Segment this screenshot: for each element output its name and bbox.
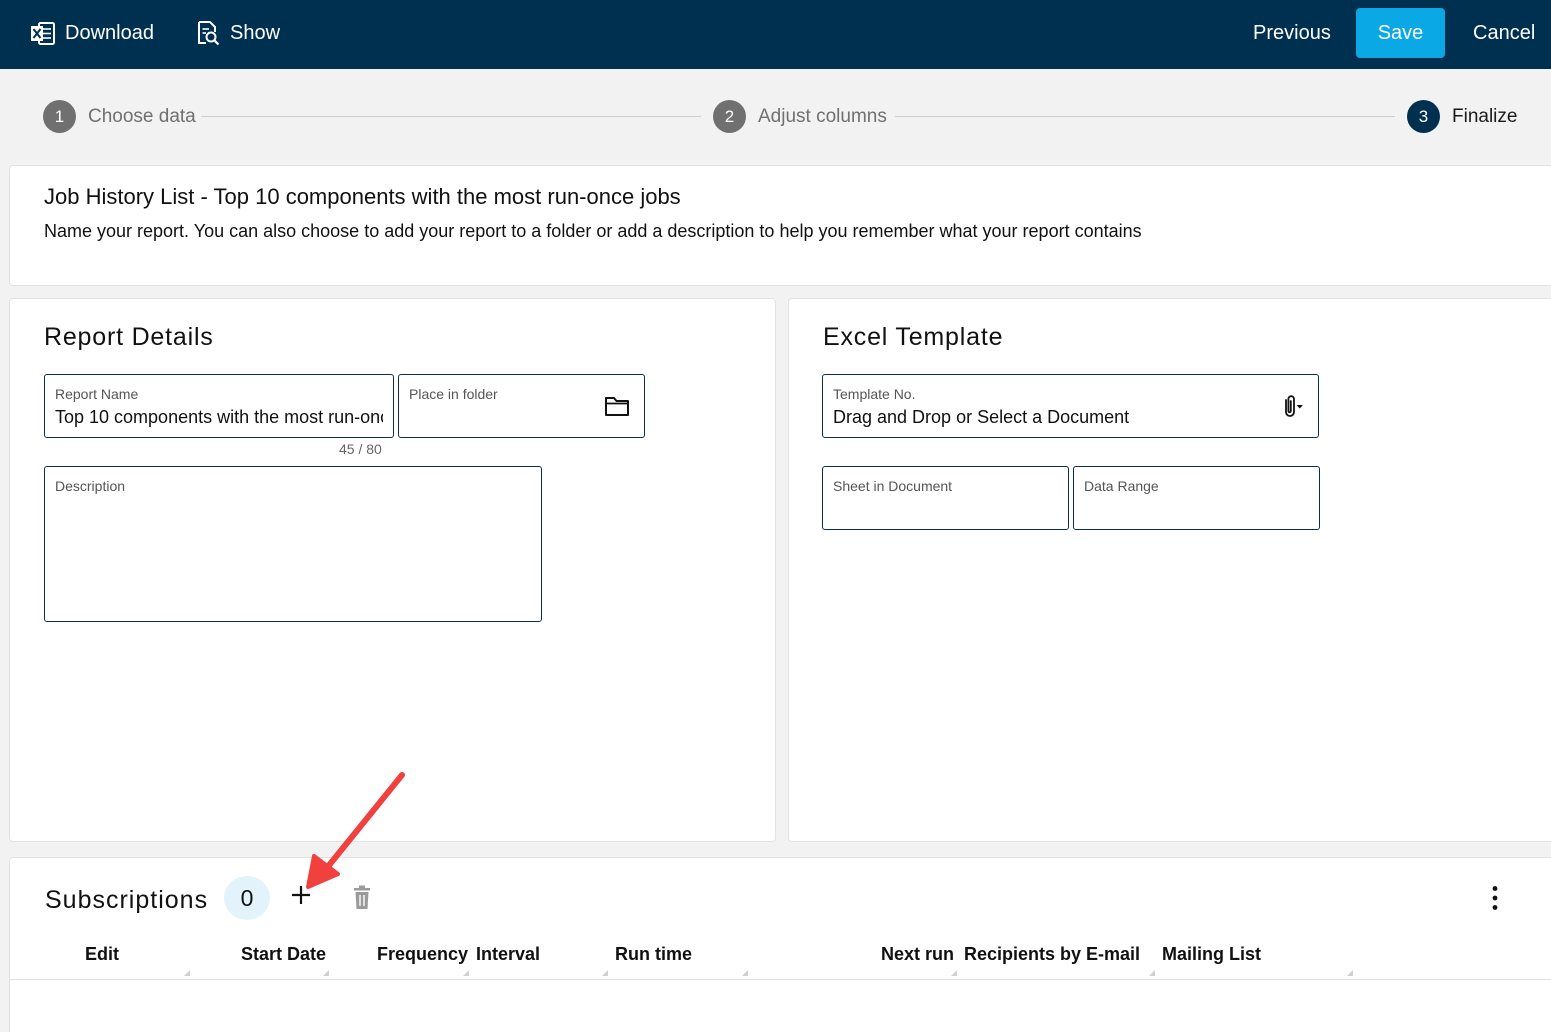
template-input[interactable]: Drag and Drop or Select a Document [833, 407, 1129, 428]
column-resize-handle[interactable] [463, 970, 469, 976]
intro-card: Job History List - Top 10 components wit… [9, 165, 1551, 286]
sheet-field[interactable]: Sheet in Document [822, 466, 1069, 530]
column-resize-handle[interactable] [1347, 970, 1353, 976]
top-toolbar: Download Show Previous Save Cancel [0, 0, 1551, 69]
report-name-label: Report Name [55, 386, 139, 402]
save-button[interactable]: Save [1356, 8, 1445, 58]
sheet-label: Sheet in Document [833, 478, 953, 494]
excel-icon [31, 21, 55, 45]
page-description: Name your report. You can also choose to… [44, 221, 1142, 241]
step-label: Adjust columns [758, 105, 887, 127]
step-number: 3 [1407, 100, 1440, 133]
column-resize-handle[interactable] [951, 970, 957, 976]
previous-label: Previous [1253, 21, 1331, 44]
more-options-icon[interactable] [1485, 885, 1505, 911]
excel-template-card: Excel Template Template No. Drag and Dro… [788, 298, 1551, 842]
stepper-connector [201, 116, 701, 117]
step-finalize[interactable]: 3 Finalize [1407, 100, 1517, 133]
column-header-recipients[interactable]: Recipients by E-mail [964, 944, 1140, 965]
step-number: 2 [713, 100, 746, 133]
character-counter: 45 / 80 [339, 441, 382, 457]
subscriptions-card: Subscriptions 0 Edit Start Date Frequenc… [9, 857, 1551, 1032]
download-button[interactable]: Download [30, 0, 154, 66]
column-header-mailing-list[interactable]: Mailing List [1162, 944, 1261, 965]
excel-template-title: Excel Template [823, 323, 1004, 351]
template-label: Template No. [833, 386, 916, 402]
folder-field[interactable]: Place in folder [398, 374, 645, 438]
report-name-field[interactable]: Report Name Top 10 components with the m… [44, 374, 394, 438]
column-header-edit[interactable]: Edit [85, 944, 119, 965]
subscriptions-count-badge: 0 [224, 876, 270, 920]
data-range-label: Data Range [1084, 478, 1159, 494]
add-icon[interactable] [288, 882, 314, 908]
page-title: Job History List - Top 10 components wit… [44, 184, 681, 209]
column-header-frequency[interactable]: Frequency [377, 944, 468, 965]
preview-document-icon [198, 21, 220, 46]
show-button[interactable]: Show [196, 0, 280, 66]
step-label: Finalize [1452, 105, 1518, 127]
wizard-stepper: 1 Choose data 2 Adjust columns 3 Finaliz… [0, 69, 1551, 164]
folder-icon[interactable] [604, 395, 630, 417]
column-header-start-date[interactable]: Start Date [241, 944, 326, 965]
data-range-field[interactable]: Data Range [1073, 466, 1320, 530]
report-name-input[interactable]: Top 10 components with the most run-once… [55, 407, 383, 428]
delete-icon[interactable] [351, 885, 373, 911]
column-header-interval[interactable]: Interval [476, 944, 540, 965]
previous-button[interactable]: Previous [1253, 0, 1331, 66]
column-resize-handle[interactable] [602, 970, 608, 976]
cancel-label: Cancel [1473, 21, 1536, 44]
template-field[interactable]: Template No. Drag and Drop or Select a D… [822, 374, 1319, 438]
save-label: Save [1377, 21, 1424, 44]
description-field[interactable]: Description [44, 466, 542, 622]
subscriptions-title: Subscriptions [45, 886, 209, 914]
show-label: Show [230, 21, 281, 44]
cancel-button[interactable]: Cancel [1473, 0, 1535, 66]
column-header-next-run[interactable]: Next run [881, 944, 954, 965]
description-label: Description [55, 478, 126, 494]
attachment-dropdown-icon[interactable] [1277, 393, 1305, 421]
column-header-run-time[interactable]: Run time [615, 944, 692, 965]
step-number: 1 [43, 100, 76, 133]
column-resize-handle[interactable] [323, 970, 329, 976]
column-resize-handle[interactable] [1149, 970, 1155, 976]
column-resize-handle[interactable] [184, 970, 190, 976]
table-header-divider [10, 979, 1551, 980]
report-details-card: Report Details Report Name Top 10 compon… [9, 298, 776, 842]
column-resize-handle[interactable] [742, 970, 748, 976]
stepper-connector [895, 116, 1395, 117]
report-details-title: Report Details [44, 323, 214, 351]
step-label: Choose data [88, 105, 196, 127]
download-label: Download [65, 21, 154, 44]
folder-label: Place in folder [409, 386, 498, 402]
step-adjust-columns[interactable]: 2 Adjust columns [713, 100, 887, 133]
step-choose-data[interactable]: 1 Choose data [43, 100, 196, 133]
